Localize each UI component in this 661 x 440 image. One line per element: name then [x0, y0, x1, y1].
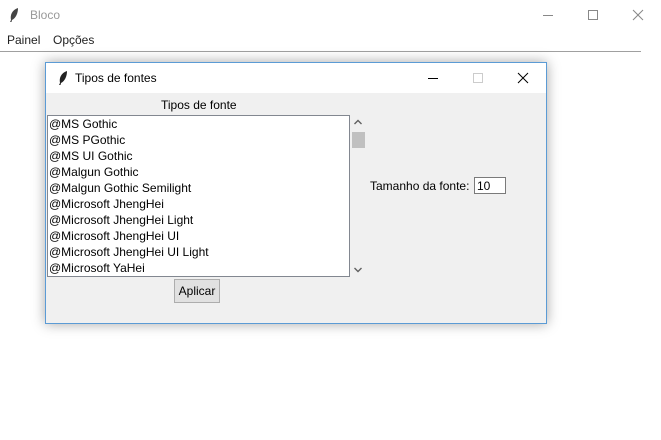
- main-titlebar: Bloco: [0, 0, 661, 30]
- minimize-icon: [428, 78, 438, 79]
- maximize-icon: [473, 73, 483, 83]
- font-dialog: Tipos de fontes Tipos de fonte @MS Gothi…: [45, 62, 547, 324]
- list-item[interactable]: @MS UI Gothic: [48, 148, 349, 164]
- menu-opcoes[interactable]: Opções: [53, 33, 94, 47]
- scroll-down-button[interactable]: [350, 263, 366, 277]
- dialog-close-button[interactable]: [500, 63, 546, 93]
- maximize-button[interactable]: [570, 0, 616, 30]
- dialog-minimize-button[interactable]: [410, 63, 456, 93]
- chevron-up-icon: [354, 119, 362, 125]
- chevron-down-icon: [354, 267, 362, 273]
- scroll-up-button[interactable]: [350, 115, 366, 129]
- list-item[interactable]: @Malgun Gothic Semilight: [48, 180, 349, 196]
- close-button[interactable]: [615, 0, 661, 30]
- list-item[interactable]: @Microsoft YaHei: [48, 260, 349, 276]
- list-item[interactable]: @Microsoft JhengHei UI Light: [48, 244, 349, 260]
- minimize-button[interactable]: [525, 0, 571, 30]
- dialog-maximize-button: [455, 63, 501, 93]
- font-list-scrollbar[interactable]: [350, 115, 366, 277]
- feather-icon: [10, 8, 18, 22]
- dialog-title: Tipos de fontes: [75, 71, 157, 85]
- list-item[interactable]: @Microsoft JhengHei Light: [48, 212, 349, 228]
- main-scrollbar[interactable]: [645, 52, 661, 439]
- list-heading: Tipos de fonte: [161, 98, 237, 112]
- scrollbar-thumb[interactable]: [352, 132, 365, 148]
- list-item[interactable]: @MS Gothic: [48, 116, 349, 132]
- window-title: Bloco: [30, 8, 61, 22]
- font-listbox[interactable]: @MS Gothic @MS PGothic @MS UI Gothic @Malgu…: [47, 115, 350, 277]
- maximize-icon: [588, 10, 598, 20]
- close-icon: [632, 9, 644, 21]
- list-item[interactable]: @Microsoft JhengHei UI: [48, 228, 349, 244]
- font-size-input[interactable]: [474, 177, 506, 194]
- apply-button[interactable]: Aplicar: [174, 279, 220, 303]
- menu-painel[interactable]: Painel: [7, 33, 40, 47]
- font-size-label: Tamanho da fonte:: [370, 179, 470, 193]
- list-item[interactable]: @Malgun Gothic: [48, 164, 349, 180]
- close-icon: [517, 72, 529, 84]
- menubar: Painel Opções: [0, 30, 661, 50]
- dialog-titlebar: Tipos de fontes: [46, 63, 546, 93]
- list-item[interactable]: @MS PGothic: [48, 132, 349, 148]
- list-item[interactable]: @Microsoft JhengHei: [48, 196, 349, 212]
- minimize-icon: [543, 15, 553, 16]
- feather-icon: [59, 71, 67, 85]
